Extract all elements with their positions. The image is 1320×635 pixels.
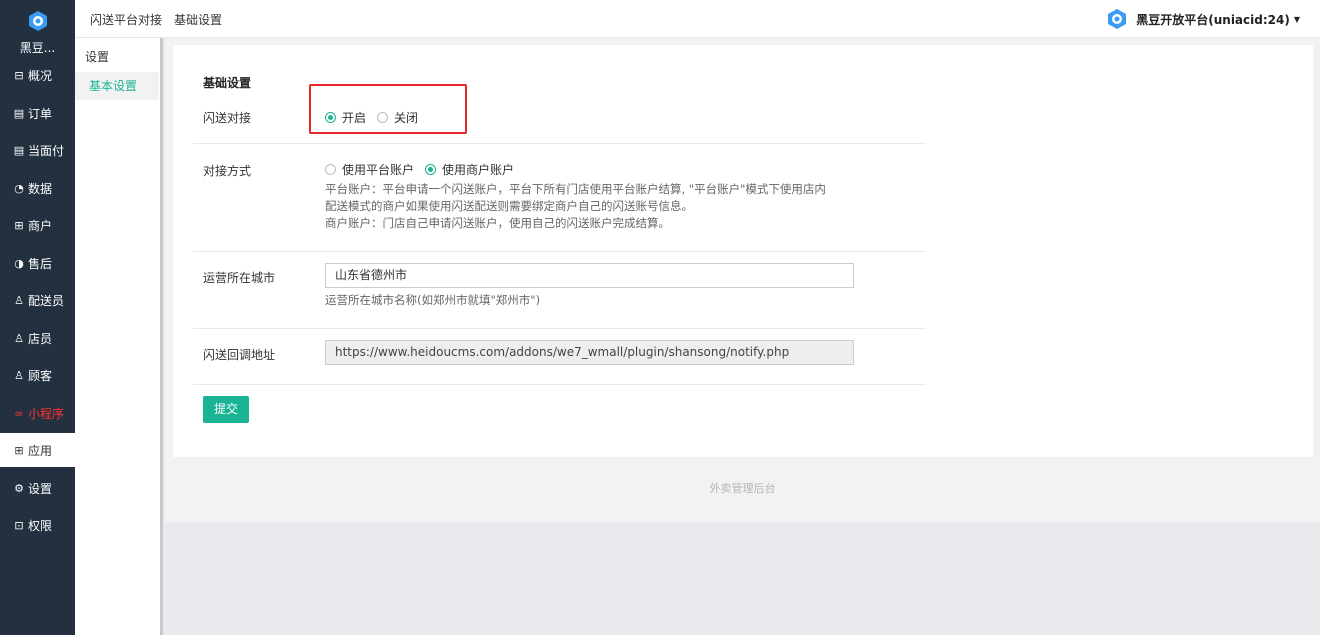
sidebar-item-label: 权限 [28, 518, 53, 533]
sidebar-item-facepay[interactable]: ▤ 当面付 [0, 133, 75, 167]
mode-help-line-2: 配送模式的商户如果使用闪送配送则需要绑定商户自己的闪送账号信息。 [325, 199, 693, 213]
row-divider [193, 328, 926, 329]
sidebar-item-label: 售后 [28, 256, 53, 271]
subnav-divider [160, 38, 163, 635]
mode-merchant-radio[interactable]: 使用商户账户 [425, 161, 514, 178]
radio-label: 使用平台账户 [342, 163, 415, 177]
sidebar-item-label: 当面付 [28, 143, 65, 158]
row-divider [193, 251, 926, 252]
city-label: 运营所在城市 [203, 271, 276, 285]
sidebar-item-orders[interactable]: ▤ 订单 [0, 96, 75, 130]
radio-checked-icon [325, 112, 336, 123]
pay-icon: ▤ [13, 143, 25, 157]
sidebar-item-miniprogram[interactable]: ∞ 小程序 [0, 396, 75, 430]
chevron-down-icon: ▼ [1293, 14, 1300, 24]
city-help: 运营所在城市名称(如郑州市就填"郑州市") [325, 293, 541, 307]
mode-platform-radio[interactable]: 使用平台账户 [325, 161, 414, 178]
sidebar-item-clerks[interactable]: ♙ 店员 [0, 321, 75, 355]
subnav-item-basic-settings[interactable]: 基本设置 [75, 72, 159, 100]
apps-icon: ⊞ [14, 443, 24, 457]
sidebar-item-label: 顾客 [28, 368, 53, 383]
radio-label: 关闭 [394, 111, 419, 125]
sidebar-item-label: 店员 [28, 331, 53, 346]
sidebar-item-customers[interactable]: ♙ 顾客 [0, 358, 75, 392]
sidebar-item-overview[interactable]: ⊟ 概况 [0, 58, 75, 92]
sidebar-item-merchants[interactable]: ⊞ 商户 [0, 208, 75, 242]
radio-checked-icon [425, 164, 436, 175]
top-bar: 闪送平台对接 基础设置 黑豆开放平台(uniacid:24) ▼ [75, 0, 1320, 38]
miniprogram-icon: ∞ [14, 406, 24, 420]
main-sidebar: 黑豆... ⊟ 概况 ▤ 订单 ▤ 当面付 ◔ 数据 ⊞ 商户 ◑ 售后 ♙ 配送员 ♙ 店员 … [0, 0, 75, 635]
subnav-title: 设置 [85, 50, 110, 64]
sidebar-item-label: 配送员 [28, 293, 65, 308]
breadcrumb-page[interactable]: 基础设置 [174, 11, 222, 28]
brand-logo-icon [28, 11, 47, 31]
account-name: 黑豆开放平台(uniacid:24) [1136, 12, 1290, 27]
row-divider [193, 143, 926, 144]
clerk-icon: ♙ [14, 331, 24, 345]
sidebar-item-label: 商户 [28, 218, 53, 233]
sidebar-item-label: 设置 [28, 481, 53, 496]
radio-unchecked-icon [325, 164, 336, 175]
radio-label: 开启 [342, 111, 367, 125]
sidebar-item-permissions[interactable]: ⊡ 权限 [0, 508, 75, 542]
platform-logo-icon [1108, 9, 1127, 29]
sidebar-item-label: 概况 [28, 68, 53, 83]
sidebar-item-label: 应用 [28, 443, 53, 458]
lock-icon: ⊡ [14, 518, 24, 532]
logo-area: 黑豆... [0, 0, 75, 60]
mode-label: 对接方式 [203, 164, 252, 178]
mode-help-line-3: 商户账户：门店自己申请闪送账户，使用自己的闪送账户完成结算。 [325, 216, 670, 230]
deliveryman-icon: ♙ [14, 293, 24, 307]
sidebar-item-data[interactable]: ◔ 数据 [0, 171, 75, 205]
order-icon: ▤ [13, 106, 25, 120]
dock-on-radio[interactable]: 开启 [325, 109, 366, 126]
radio-unchecked-icon [377, 112, 388, 123]
mode-help-line-1: 平台账户：平台申请一个闪送账户，平台下所有门店使用平台账户结算, "平台账户"模… [325, 182, 826, 196]
dashboard-icon: ⊟ [14, 68, 24, 82]
after-sale-icon: ◑ [14, 256, 24, 270]
gear-icon: ⚙ [14, 481, 24, 495]
footer-text: 外卖管理后台 [709, 482, 776, 495]
row-divider [193, 384, 926, 385]
dock-label: 闪送对接 [203, 111, 252, 125]
callback-url-field[interactable]: https://www.heidoucms.com/addons/we7_wma… [325, 340, 854, 365]
customer-icon: ♙ [14, 368, 24, 382]
sidebar-item-label: 订单 [28, 106, 53, 121]
breadcrumb-plugin[interactable]: 闪送平台对接 [90, 11, 162, 28]
brand-name: 黑豆... [19, 41, 56, 55]
data-icon: ◔ [14, 181, 24, 195]
store-icon: ⊞ [14, 218, 24, 232]
sidebar-item-label: 数据 [28, 181, 53, 196]
sidebar-item-label: 小程序 [28, 406, 65, 421]
settings-subnav: 设置 基本设置 [75, 38, 161, 635]
section-title: 基础设置 [203, 76, 252, 90]
sidebar-item-deliverymen[interactable]: ♙ 配送员 [0, 283, 75, 317]
account-menu[interactable]: 黑豆开放平台(uniacid:24) ▼ [1106, 8, 1300, 30]
sidebar-item-settings[interactable]: ⚙ 设置 [0, 471, 75, 505]
submit-button[interactable]: 提交 [203, 396, 249, 423]
dock-off-radio[interactable]: 关闭 [377, 109, 418, 126]
sidebar-item-aftersale[interactable]: ◑ 售后 [0, 246, 75, 280]
city-input[interactable]: 山东省德州市 [325, 263, 854, 288]
radio-label: 使用商户账户 [442, 163, 515, 177]
callback-label: 闪送回调地址 [203, 348, 276, 362]
sidebar-item-apps[interactable]: ⊞ 应用 [0, 433, 75, 467]
